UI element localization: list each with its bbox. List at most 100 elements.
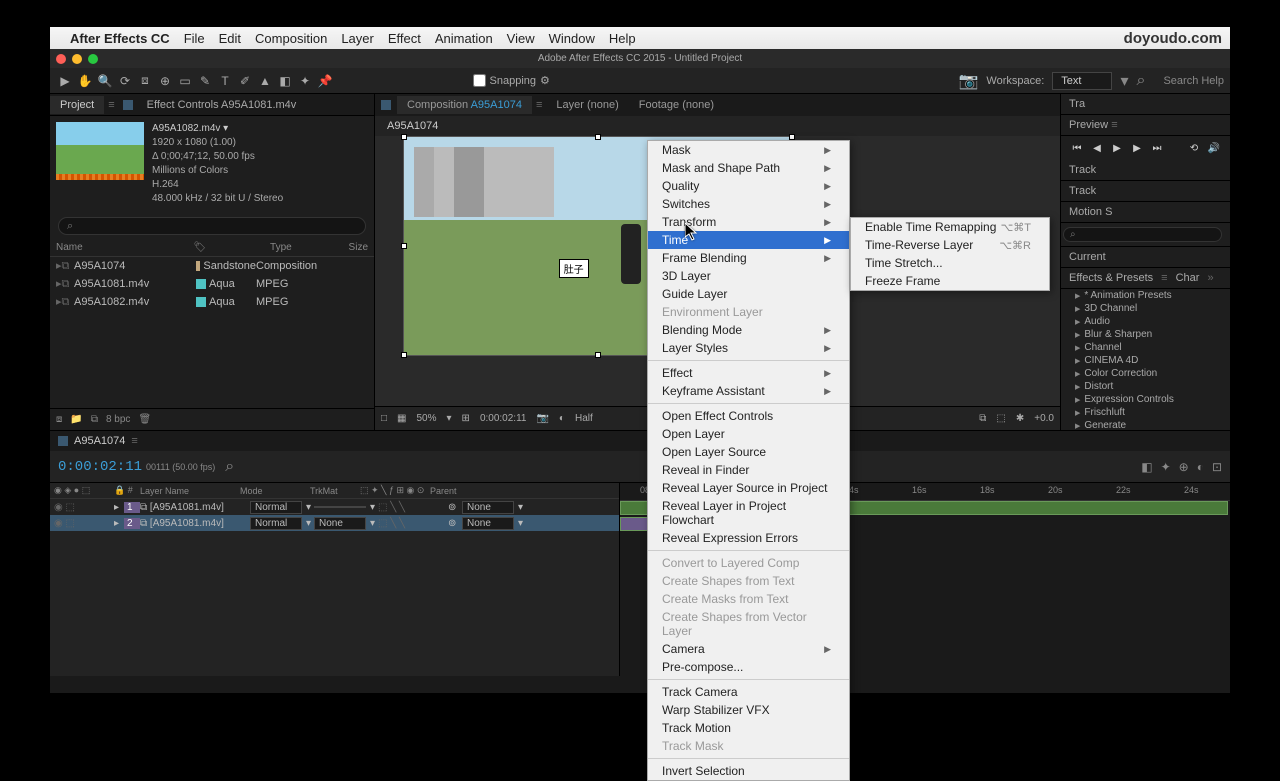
menu-item-pre-compose-[interactable]: Pre-compose... [648, 658, 849, 676]
tab-layer[interactable]: Layer (none) [546, 96, 628, 114]
eraser-tool-icon[interactable]: ◧ [276, 72, 294, 90]
grid-icon[interactable]: ▦ [397, 413, 406, 424]
handle-icon[interactable] [595, 134, 601, 140]
interpret-icon[interactable]: ⧈ [56, 414, 62, 425]
tracker-panel[interactable]: Tra [1061, 94, 1230, 115]
menu-item-guide-layer[interactable]: Guide Layer [648, 285, 849, 303]
channel-icon[interactable]: ◐ [559, 413, 565, 424]
resolution-dropdown[interactable]: Half [575, 413, 593, 424]
search-icon[interactable]: ⌕ [225, 458, 234, 476]
zoom-icon[interactable] [88, 54, 98, 64]
snapping-toggle[interactable]: Snapping ⚙ [473, 74, 550, 87]
submenu-item-time-stretch-[interactable]: Time Stretch... [851, 254, 1049, 272]
menu-item-invert-selection[interactable]: Invert Selection [648, 762, 849, 780]
current-timecode[interactable]: 0:00:02:11 [58, 459, 142, 475]
menu-layer[interactable]: Layer [341, 31, 374, 46]
last-frame-icon[interactable]: ⏭ [1149, 140, 1165, 156]
text-layer-label[interactable]: 肚子 [559, 259, 589, 278]
effect-category[interactable]: Expression Controls [1061, 393, 1230, 406]
effect-category[interactable]: * Animation Presets [1061, 289, 1230, 302]
menu-item-switches[interactable]: Switches▶ [648, 195, 849, 213]
hand-tool-icon[interactable]: ✋ [76, 72, 94, 90]
menu-item-mask[interactable]: Mask▶ [648, 141, 849, 159]
menu-item-reveal-expression-errors[interactable]: Reveal Expression Errors [648, 529, 849, 547]
menu-item-camera[interactable]: Camera▶ [648, 640, 849, 658]
timeline-tab[interactable]: A95A1074 [74, 435, 125, 447]
folder-icon[interactable]: 📁 [70, 414, 82, 425]
menu-item--d-layer[interactable]: 3D Layer [648, 267, 849, 285]
loop-icon[interactable]: ⟲ [1186, 140, 1202, 156]
app-name[interactable]: After Effects CC [70, 31, 170, 46]
tab-composition[interactable]: Composition A95A1074 [397, 96, 532, 114]
effect-category[interactable]: Channel [1061, 341, 1230, 354]
menu-composition[interactable]: Composition [255, 31, 327, 46]
close-icon[interactable] [56, 54, 66, 64]
menu-item-reveal-layer-in-project-flowchart[interactable]: Reveal Layer in Project Flowchart [648, 497, 849, 529]
menu-item-track-motion[interactable]: Track Motion [648, 719, 849, 737]
menu-item-warp-stabilizer-vfx[interactable]: Warp Stabilizer VFX [648, 701, 849, 719]
menu-item-blending-mode[interactable]: Blending Mode▶ [648, 321, 849, 339]
effect-category[interactable]: 3D Channel [1061, 302, 1230, 315]
first-frame-icon[interactable]: ⏮ [1069, 140, 1085, 156]
menu-edit[interactable]: Edit [219, 31, 241, 46]
bpc-toggle[interactable]: 8 bpc [106, 414, 130, 425]
new-comp-icon[interactable]: ⧉ [91, 414, 98, 425]
roto-tool-icon[interactable]: ✦ [296, 72, 314, 90]
camera-tool-icon[interactable]: ⧈ [136, 72, 154, 90]
trash-icon[interactable]: 🗑 [138, 414, 151, 425]
handle-icon[interactable] [401, 134, 407, 140]
anchor-tool-icon[interactable]: ⊕ [156, 72, 174, 90]
timecode-display[interactable]: 0:00:02:11 [480, 413, 527, 424]
exposure-value[interactable]: +0.0 [1034, 413, 1054, 424]
workspace-dropdown[interactable]: Text [1052, 72, 1112, 90]
effect-category[interactable]: CINEMA 4D [1061, 354, 1230, 367]
menu-help[interactable]: Help [609, 31, 636, 46]
tl-option-icon[interactable]: ◐ [1197, 460, 1204, 474]
handle-icon[interactable] [401, 352, 407, 358]
tl-option-icon[interactable]: ✦ [1161, 460, 1171, 474]
project-item[interactable]: ▸⧉A95A1074SandstoneComposition [50, 257, 374, 275]
text-tool-icon[interactable]: T [216, 72, 234, 90]
menu-file[interactable]: File [184, 31, 205, 46]
menu-item-track-camera[interactable]: Track Camera [648, 683, 849, 701]
submenu-item-freeze-frame[interactable]: Freeze Frame [851, 272, 1049, 290]
handle-icon[interactable] [595, 352, 601, 358]
clone-tool-icon[interactable]: ▲ [256, 72, 274, 90]
effect-category[interactable]: Audio [1061, 315, 1230, 328]
mute-icon[interactable]: 🔊 [1206, 140, 1222, 156]
snapping-options-icon[interactable]: ⚙ [540, 74, 550, 87]
effects-search[interactable] [1063, 227, 1222, 242]
view-options-icon[interactable]: ⧉ [979, 413, 986, 424]
snapshot-icon[interactable]: 📷 [536, 413, 548, 424]
tab-effect-controls[interactable]: Effect Controls A95A1081.m4v [137, 96, 307, 114]
time-submenu[interactable]: Enable Time Remapping⌥⌘TTime-Reverse Lay… [850, 217, 1050, 291]
effect-category[interactable]: Frischluft [1061, 406, 1230, 419]
rect-tool-icon[interactable]: ▭ [176, 72, 194, 90]
zoom-tool-icon[interactable]: 🔍 [96, 72, 114, 90]
camera-icon[interactable]: 📷 [958, 71, 978, 91]
effect-category[interactable]: Blur & Sharpen [1061, 328, 1230, 341]
effect-category[interactable]: Color Correction [1061, 367, 1230, 380]
menu-animation[interactable]: Animation [435, 31, 493, 46]
next-frame-icon[interactable]: ▶ [1129, 140, 1145, 156]
effects-presets-panel[interactable]: Effects & Presets [1069, 272, 1153, 284]
prev-frame-icon[interactable]: ◀ [1089, 140, 1105, 156]
menu-item-quality[interactable]: Quality▶ [648, 177, 849, 195]
menu-item-open-effect-controls[interactable]: Open Effect Controls [648, 407, 849, 425]
menu-item-transform[interactable]: Transform▶ [648, 213, 849, 231]
search-help-input[interactable]: Search Help [1163, 75, 1224, 87]
asset-thumbnail[interactable] [56, 122, 144, 180]
menu-window[interactable]: Window [549, 31, 595, 46]
snapping-checkbox[interactable] [473, 74, 486, 87]
layer-context-menu[interactable]: Mask▶Mask and Shape Path▶Quality▶Switche… [647, 140, 850, 781]
submenu-item-time-reverse-layer[interactable]: Time-Reverse Layer⌥⌘R [851, 236, 1049, 254]
timeline-layer[interactable]: ◉ ⬚▸1⧉ [A95A1081.m4v]Normal▾▾⬚ ╲ ╲⊚None▾ [50, 499, 619, 515]
alpha-icon[interactable]: □ [381, 413, 387, 424]
selection-tool-icon[interactable]: ▶ [56, 72, 74, 90]
comp-breadcrumb[interactable]: A95A1074 [375, 116, 1060, 136]
menu-item-frame-blending[interactable]: Frame Blending▶ [648, 249, 849, 267]
menu-view[interactable]: View [507, 31, 535, 46]
tl-option-icon[interactable]: ⊡ [1212, 460, 1222, 474]
submenu-item-enable-time-remapping[interactable]: Enable Time Remapping⌥⌘T [851, 218, 1049, 236]
menu-item-open-layer[interactable]: Open Layer [648, 425, 849, 443]
